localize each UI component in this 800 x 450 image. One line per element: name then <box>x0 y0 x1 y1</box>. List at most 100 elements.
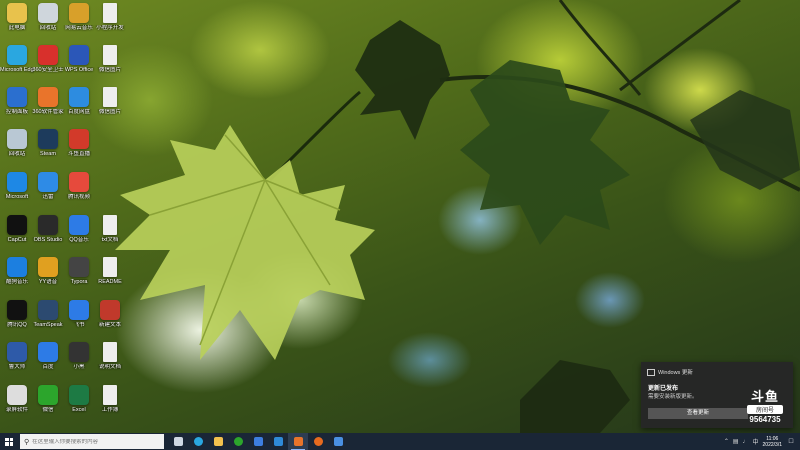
desktop-icon-label: OBS Studio <box>33 237 63 243</box>
desktop-icon[interactable]: Microsoft <box>0 172 34 201</box>
app-icon <box>69 342 89 362</box>
desktop-icon[interactable]: Microsoft Edge <box>0 45 34 74</box>
desktop-icon-label: QQ音乐 <box>69 237 89 243</box>
taskbar-app-vscode[interactable] <box>268 433 288 450</box>
desktop-icon[interactable]: OBS Studio <box>31 215 65 244</box>
desktop-icon-label: 说明文档 <box>98 364 121 370</box>
desktop-icon[interactable]: 网易云音乐 <box>62 3 96 32</box>
app-icon <box>69 385 89 405</box>
desktop-icon-label: 斗鱼直播 <box>67 151 90 157</box>
taskbar-app-task-view[interactable] <box>168 433 188 450</box>
notification-header: Windows 更新 <box>647 368 693 376</box>
app-icon <box>69 129 89 149</box>
taskbar-app-edge[interactable] <box>188 433 208 450</box>
app-icon <box>7 257 27 277</box>
desktop-icon-label: README <box>98 279 122 285</box>
desktop-icon-label: CapCut <box>7 237 27 243</box>
desktop-icon[interactable]: 微信图片 <box>93 45 127 74</box>
desktop-icon[interactable]: Excel <box>62 385 96 414</box>
app-icon <box>103 385 117 405</box>
desktop-icon[interactable]: 小黑 <box>62 342 96 371</box>
desktop-icon[interactable]: 说明文档 <box>93 342 127 371</box>
app-icon <box>7 215 27 235</box>
taskbar-app-firefox[interactable] <box>308 433 328 450</box>
taskbar-app-explorer[interactable] <box>208 433 228 450</box>
app-icon <box>103 215 117 235</box>
desktop-icon[interactable]: CapCut <box>0 215 34 244</box>
taskbar-app-douyu[interactable] <box>288 433 308 450</box>
desktop-icon-label: YY语音 <box>38 279 58 285</box>
explorer-icon <box>213 437 223 446</box>
search-icon: ⚲ <box>24 438 30 446</box>
desktop-icon[interactable]: 此电脑 <box>0 3 34 32</box>
wechat-icon <box>233 437 243 446</box>
desktop-icon[interactable]: 360安全卫士 <box>31 45 65 74</box>
desktop-icon[interactable]: Steam <box>31 129 65 158</box>
app-icon <box>69 45 89 65</box>
taskbar: ⚲ ⌃ ▤ ♩ 中 11:06 2022/3/1 □ <box>0 433 800 450</box>
app-icon <box>38 342 58 362</box>
desktop-icon[interactable]: WPS Office <box>62 45 96 74</box>
desktop-icon[interactable]: 回收站 <box>31 3 65 32</box>
input-method-icon[interactable]: 中 <box>753 437 759 446</box>
desktop-icon[interactable]: 鲁大师 <box>0 342 34 371</box>
desktop-icon[interactable]: 小程序开发 <box>93 3 127 32</box>
desktop-icon-label: Microsoft <box>5 194 29 200</box>
app-icon <box>7 45 27 65</box>
desktop-icon-label: Steam <box>40 151 56 157</box>
desktop-icon-label: Microsoft Edge <box>0 67 34 73</box>
desktop-icon[interactable]: 迅雷 <box>31 172 65 201</box>
app-icon <box>103 342 117 362</box>
douyu-icon <box>293 437 303 446</box>
taskbar-app-qq-browser[interactable] <box>248 433 268 450</box>
desktop-icon[interactable]: 斗鱼直播 <box>62 129 96 158</box>
desktop-icon[interactable]: 飞书 <box>62 300 96 329</box>
app-icon <box>38 257 58 277</box>
desktop-icon[interactable]: TeamSpeak <box>31 300 65 329</box>
desktop-icon[interactable]: 工作簿 <box>93 385 127 414</box>
app-icon <box>103 45 117 65</box>
chevron-up-icon[interactable]: ⌃ <box>724 438 729 445</box>
desktop-icon-label: 微信 <box>42 407 54 413</box>
desktop-icon[interactable]: 微信图片 <box>93 87 127 116</box>
network-icon[interactable]: ▤ <box>733 438 739 445</box>
taskbar-search-box[interactable]: ⚲ <box>20 434 164 449</box>
taskbar-app-settings[interactable] <box>328 433 348 450</box>
taskbar-pinned-apps <box>168 433 348 450</box>
desktop-icon[interactable]: Typora <box>62 257 96 286</box>
desktop-icon-label: txt文档 <box>101 237 119 243</box>
desktop-icon[interactable]: QQ音乐 <box>62 215 96 244</box>
desktop-icon[interactable]: YY语音 <box>31 257 65 286</box>
desktop-icon[interactable]: README <box>93 257 127 286</box>
start-button[interactable] <box>0 433 18 450</box>
desktop-icon[interactable]: 微信 <box>31 385 65 414</box>
desktop-icon[interactable]: txt文档 <box>93 215 127 244</box>
desktop-icon-label: 360安全卫士 <box>32 67 64 73</box>
clock-date: 2022/3/1 <box>762 441 782 448</box>
app-icon <box>7 385 27 405</box>
desktop-icon[interactable]: 酷狗音乐 <box>0 257 34 286</box>
desktop-icon[interactable]: 腾讯QQ <box>0 300 34 329</box>
desktop-icon[interactable]: 控制面板 <box>0 87 34 116</box>
taskbar-clock[interactable]: 11:06 2022/3/1 <box>763 436 782 448</box>
firefox-icon <box>313 437 323 446</box>
desktop-icon[interactable]: 新建文本 <box>93 300 127 329</box>
view-update-button[interactable]: 查看更新 <box>648 408 748 419</box>
desktop-icon[interactable]: 百度 <box>31 342 65 371</box>
search-input[interactable] <box>32 438 153 445</box>
app-icon <box>103 87 117 107</box>
desktop-icon[interactable]: 回收站 <box>0 129 34 158</box>
desktop-icon[interactable]: 360软件管家 <box>31 87 65 116</box>
app-icon <box>38 300 58 320</box>
task-view-icon <box>173 437 183 446</box>
desktop-icon-label: 酷狗音乐 <box>5 279 28 285</box>
action-center-icon[interactable]: □ <box>786 438 796 445</box>
desktop-icon[interactable]: 腾讯视频 <box>62 172 96 201</box>
desktop-icon-label: 小黑 <box>73 364 85 370</box>
desktop-icon[interactable]: 录屏软件 <box>0 385 34 414</box>
volume-icon[interactable]: ♩ <box>743 439 749 445</box>
taskbar-app-wechat[interactable] <box>228 433 248 450</box>
app-icon <box>38 385 58 405</box>
desktop-icon-label: 录屏软件 <box>5 407 28 413</box>
desktop-icon[interactable]: 百度网盘 <box>62 87 96 116</box>
